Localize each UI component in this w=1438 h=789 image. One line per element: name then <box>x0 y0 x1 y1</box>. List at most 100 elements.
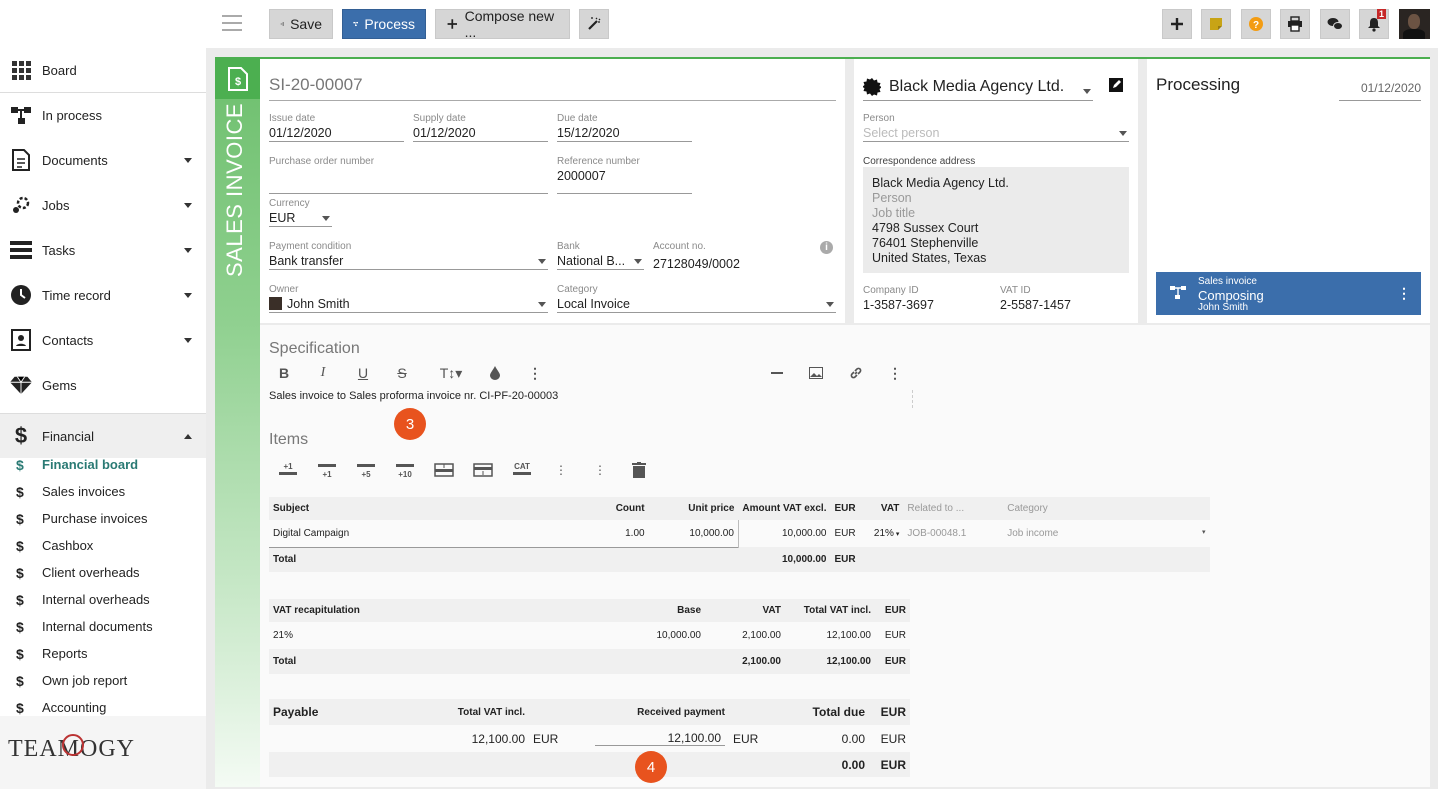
tasks-icon <box>10 239 32 261</box>
save-button[interactable]: Save <box>269 9 333 39</box>
chat-button[interactable] <box>1320 9 1350 39</box>
chevron-down-icon <box>322 216 330 221</box>
sticky-note-button[interactable] <box>1201 9 1231 39</box>
table-row[interactable]: Digital Campaign 1.00 10,000.00 10,000.0… <box>269 520 1210 547</box>
svg-text:+10: +10 <box>398 470 412 479</box>
sidebar-item-tasks[interactable]: Tasks <box>0 228 206 272</box>
reference-number-field[interactable]: Reference number 2000007 <box>557 156 692 194</box>
category-select[interactable]: Category Local Invoice <box>557 284 836 313</box>
issue-date-field[interactable]: Issue date 01/12/2020 <box>269 113 404 142</box>
edit-icon[interactable] <box>1109 78 1123 92</box>
menu-icon[interactable] <box>222 15 242 31</box>
link-icon[interactable] <box>845 362 867 384</box>
add-row-icon[interactable]: +1 <box>314 457 340 483</box>
print-icon <box>1288 16 1302 32</box>
received-payment-input[interactable]: 12,100.00 <box>595 731 725 746</box>
processing-date: 01/12/2020 <box>1339 79 1421 101</box>
svg-text:+1: +1 <box>283 462 293 471</box>
magic-wand-button[interactable] <box>579 9 609 39</box>
plus-icon <box>1171 18 1183 30</box>
processing-title: Processing <box>1156 75 1241 94</box>
underline-icon[interactable]: U <box>352 362 374 384</box>
collapse-rows-icon[interactable]: ⋮ <box>587 457 613 483</box>
add-row-above-icon[interactable]: +1 <box>275 457 301 483</box>
clock-icon <box>10 284 32 306</box>
bank-select[interactable]: Bank National B... <box>557 241 644 270</box>
sidebar-item-gems[interactable]: Gems <box>0 363 206 407</box>
add-button[interactable] <box>1162 9 1192 39</box>
vat-recapitulation-table: VAT recapitulation Base VAT Total VAT in… <box>269 599 910 674</box>
currency-select[interactable]: Currency EUR <box>269 198 332 227</box>
svg-text:$: $ <box>234 76 240 88</box>
italic-icon[interactable]: I <box>312 362 334 384</box>
compose-new-button[interactable]: Compose new ... <box>435 8 570 40</box>
gem-icon <box>10 374 32 396</box>
payment-condition-select[interactable]: Payment condition Bank transfer <box>269 241 548 270</box>
sidebar-item-documents[interactable]: Documents <box>0 138 206 182</box>
client-select[interactable]: Black Media Agency Ltd. <box>863 74 1093 101</box>
sidebar-subitem-financial-board[interactable]: $ Financial board <box>0 451 206 478</box>
table-row: 21% 10,000.00 2,100.00 12,100.00 EUR <box>273 630 906 641</box>
document-number: SI-20-00007 <box>269 75 836 101</box>
contacts-icon <box>10 329 32 351</box>
sidebar-subitem-purchase-invoices[interactable]: $ Purchase invoices <box>0 505 206 532</box>
sidebar-subitem-sales-invoices[interactable]: $ Sales invoices <box>0 478 206 505</box>
owner-select[interactable]: Owner John Smith <box>269 284 548 313</box>
person-select[interactable]: Person Select person <box>863 113 1129 142</box>
delete-icon[interactable] <box>626 457 652 483</box>
dollar-icon: $ <box>16 699 24 716</box>
account-number-field: Account no. 27128049/0002 <box>653 241 740 270</box>
user-avatar[interactable] <box>1399 9 1430 39</box>
more-vertical-icon[interactable]: ⋮ <box>524 362 546 384</box>
dollar-icon: $ <box>16 510 24 527</box>
insert-row-icon[interactable] <box>431 457 457 483</box>
dollar-icon: $ <box>16 456 24 473</box>
items-total-row: Total 10,000.00 EUR <box>269 546 1210 572</box>
purchase-order-field[interactable]: Purchase order number <box>269 156 548 194</box>
processing-panel: Processing 01/12/2020 Sales invoice Comp… <box>1147 59 1430 323</box>
strikethrough-icon[interactable]: S <box>391 362 413 384</box>
sidebar-subitem-internal-documents[interactable]: $ Internal documents <box>0 613 206 640</box>
chevron-down-icon <box>634 259 642 264</box>
notifications-button[interactable]: 1 <box>1359 9 1389 39</box>
add-ten-rows-icon[interactable]: +10 <box>392 457 418 483</box>
rich-text-toolbar: B I U S T↕▾ ⋮ ⋮ <box>269 362 919 384</box>
process-icon <box>353 21 359 27</box>
workflow-card[interactable]: Sales invoice Composing John Smith ⋮ <box>1156 272 1421 315</box>
sidebar-subitem-own-job-report[interactable]: $ Own job report <box>0 667 206 694</box>
sidebar-subitem-client-overheads[interactable]: $ Client overheads <box>0 559 206 586</box>
sidebar-item-time-record[interactable]: Time record <box>0 273 206 317</box>
horizontal-rule-icon[interactable] <box>766 362 788 384</box>
help-button[interactable]: ? <box>1241 9 1271 39</box>
due-date-field[interactable]: Due date 15/12/2020 <box>557 113 692 142</box>
add-five-rows-icon[interactable]: +5 <box>353 457 379 483</box>
payable-total-row: 0.00 EUR <box>269 752 910 777</box>
specification-text[interactable]: Sales invoice to Sales proforma invoice … <box>269 390 913 408</box>
sidebar-subitem-cashbox[interactable]: $ Cashbox <box>0 532 206 559</box>
process-button[interactable]: Process <box>342 9 426 39</box>
sidebar-subitem-internal-overheads[interactable]: $ Internal overheads <box>0 586 206 613</box>
document-icon <box>10 149 32 171</box>
correspondence-address[interactable]: Black Media Agency Ltd. Person Job title… <box>863 167 1129 273</box>
image-icon[interactable] <box>805 362 827 384</box>
text-size-icon[interactable]: T↕▾ <box>434 362 468 384</box>
expand-rows-icon[interactable]: ⋮ <box>548 457 574 483</box>
dollar-icon: $ <box>16 537 24 554</box>
bold-icon[interactable]: B <box>273 362 295 384</box>
color-drop-icon[interactable] <box>484 362 506 384</box>
sidebar-item-in-process[interactable]: In process <box>0 93 206 137</box>
more-vertical-icon[interactable]: ⋮ <box>1397 285 1411 302</box>
merge-rows-icon[interactable] <box>470 457 496 483</box>
supply-date-field[interactable]: Supply date 01/12/2020 <box>413 113 548 142</box>
sidebar-subitem-reports[interactable]: $ Reports <box>0 640 206 667</box>
sidebar-item-board[interactable]: Board <box>0 48 206 92</box>
items-title: Items <box>269 431 309 448</box>
sidebar-item-contacts[interactable]: Contacts <box>0 318 206 362</box>
more-vertical-icon[interactable]: ⋮ <box>884 362 906 384</box>
table-row: 12,100.00 EUR 12,100.00 EUR 0.00 EUR <box>471 731 906 746</box>
chat-icon <box>1327 18 1343 30</box>
category-icon[interactable]: CAT <box>509 457 535 483</box>
print-button[interactable] <box>1280 9 1310 39</box>
info-icon[interactable]: i <box>820 241 833 254</box>
sidebar-item-jobs[interactable]: Jobs <box>0 183 206 227</box>
